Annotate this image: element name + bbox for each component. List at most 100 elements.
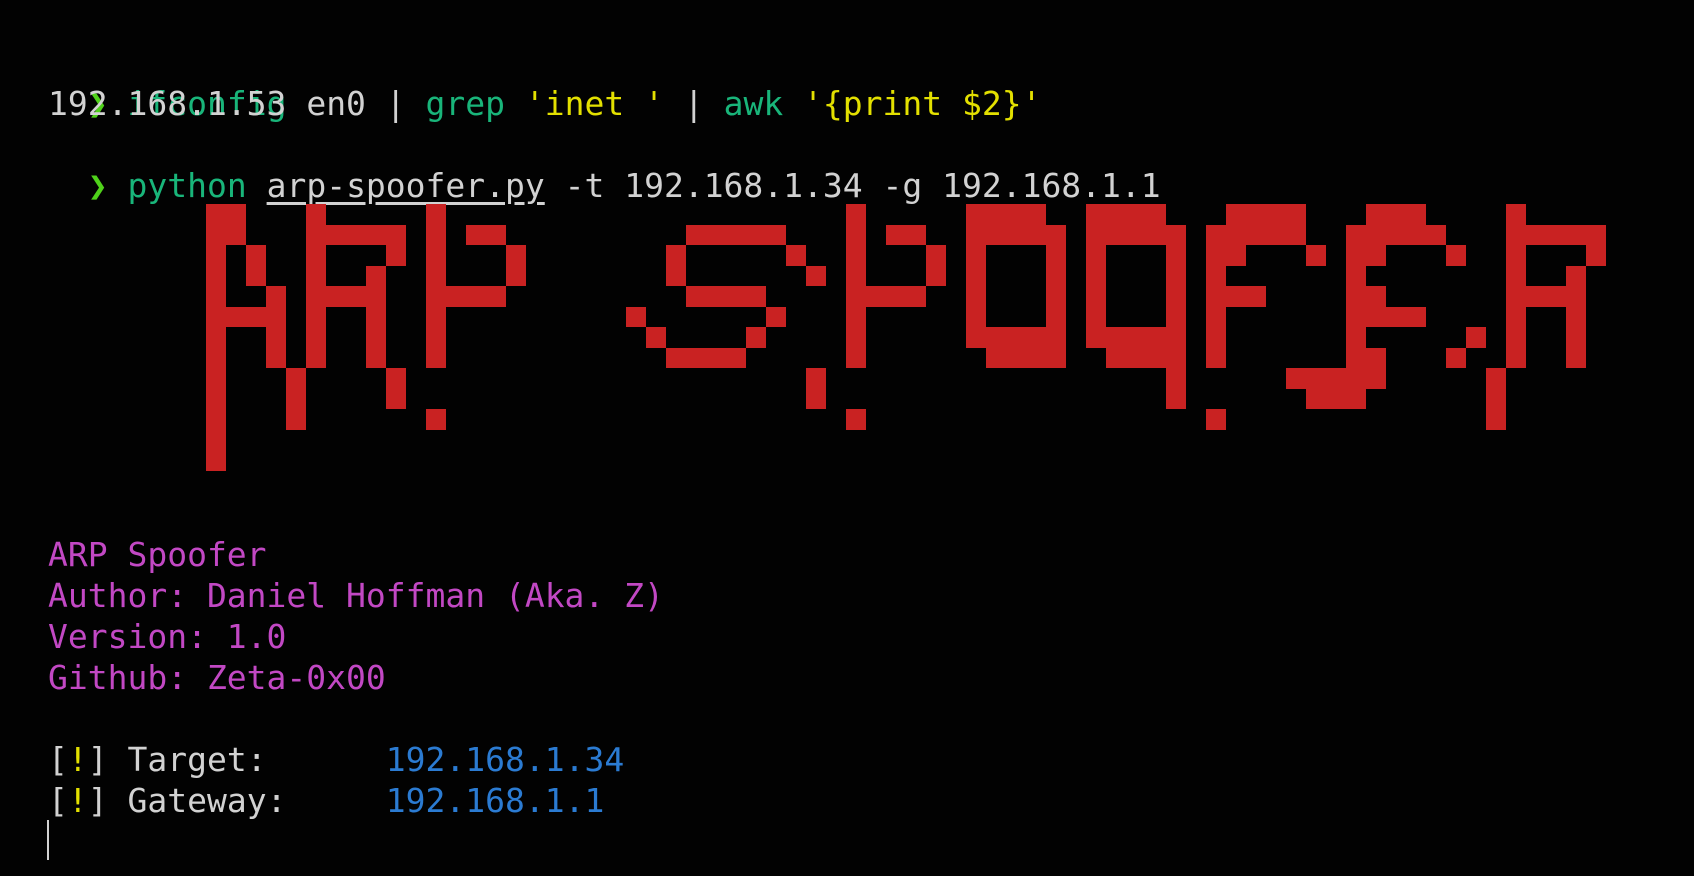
banner-pixel — [1506, 204, 1526, 368]
text-cursor[interactable] — [47, 820, 49, 860]
banner-pixel — [1046, 245, 1066, 327]
banner-pixel — [1306, 245, 1326, 266]
info-version: Version: 1.0 — [48, 617, 287, 656]
command-line-2: ❯ python arp-spoofer.py -t 192.168.1.34 … — [48, 124, 1161, 205]
banner-pixel — [386, 368, 406, 409]
banner-pixel — [626, 306, 646, 327]
warning-mark-icon: ! — [67, 781, 88, 820]
banner-pixel — [246, 245, 266, 286]
banner-pixel — [746, 327, 766, 348]
status-label: Target: — [107, 740, 386, 779]
cmd-arg-en0: en0 — [286, 84, 386, 123]
banner-pixel — [1346, 245, 1386, 266]
status-value: 192.168.1.34 — [385, 740, 625, 779]
banner-pixel — [986, 347, 1066, 368]
banner-pixel — [686, 224, 786, 245]
banner-pixel — [466, 224, 506, 245]
banner-pixel — [366, 306, 386, 368]
banner-pixel — [1526, 224, 1606, 245]
banner-pixel — [966, 245, 986, 327]
banner-pixel — [1586, 245, 1606, 266]
banner-pixel — [1206, 265, 1226, 368]
bracket: [ — [48, 740, 68, 779]
warning-mark-icon: ! — [67, 740, 88, 779]
banner-pixel — [966, 327, 1066, 348]
banner-pixel — [1526, 286, 1586, 307]
banner-pixel — [846, 204, 866, 368]
banner-pixel — [1206, 224, 1306, 245]
banner-pixel — [1466, 327, 1486, 348]
info-github: Github: Zeta-0x00 — [48, 658, 386, 697]
banner-pixel — [1566, 306, 1586, 368]
info-title: ARP Spoofer — [48, 535, 267, 574]
banner-pixel — [1086, 204, 1166, 225]
banner-pixel — [506, 245, 526, 286]
banner-pixel — [926, 245, 946, 286]
banner-pixel — [266, 286, 286, 368]
banner-pixel — [326, 286, 386, 307]
banner-pixel — [1226, 286, 1266, 307]
banner-pixel — [1486, 368, 1506, 430]
banner-pixel — [766, 306, 786, 327]
cmd-awk: awk — [723, 84, 804, 123]
status-gateway: [!] Gateway: 192.168.1.1 — [48, 780, 604, 821]
banner-pixel — [866, 286, 926, 307]
banner-pixel — [306, 204, 326, 368]
command-line-1: ❯ ifconfig en0 | grep 'inet ' | awk '{pr… — [48, 42, 1042, 123]
banner-pixel — [666, 245, 686, 286]
banner-pixel — [966, 224, 1066, 245]
banner-pixel — [206, 204, 226, 471]
banner-pixel — [1086, 245, 1106, 327]
banner-pixel — [1306, 388, 1366, 409]
banner-pixel — [1346, 224, 1446, 245]
status-label: Gateway: — [107, 781, 386, 820]
cmd-args: -t 192.168.1.34 -g 192.168.1.1 — [544, 166, 1161, 205]
banner-pixel — [1086, 224, 1186, 245]
cmd-python: python — [127, 166, 247, 205]
command-output-ip: 192.168.1.53 — [48, 84, 287, 123]
banner-pixel — [806, 368, 826, 409]
bracket: ] — [87, 781, 108, 820]
info-author: Author: Daniel Hoffman (Aka. Z) — [48, 576, 664, 615]
banner-pixel — [386, 245, 406, 266]
banner-pixel — [966, 204, 1046, 225]
status-value: 192.168.1.1 — [385, 781, 605, 820]
banner-pixel — [426, 204, 446, 368]
banner-pixel — [1566, 265, 1586, 286]
banner-pixel — [1446, 347, 1466, 368]
prompt-chevron-icon: ❯ — [87, 166, 108, 205]
banner-pixel — [446, 286, 506, 307]
cmd-grep: grep — [405, 84, 525, 123]
bracket: ] — [87, 740, 108, 779]
banner-pixel — [286, 368, 306, 430]
banner-pixel — [226, 306, 286, 327]
banner-pixel — [1366, 306, 1426, 327]
banner-pixel — [686, 286, 766, 307]
banner-pixel — [1366, 204, 1426, 225]
pipe: | — [663, 84, 724, 123]
awk-program: '{print $2}' — [803, 84, 1042, 123]
banner-pixel — [846, 409, 866, 430]
banner-pixel — [1206, 245, 1246, 266]
bracket: [ — [48, 781, 68, 820]
banner-pixel — [1346, 286, 1386, 307]
ascii-banner-logo — [206, 204, 1606, 484]
banner-pixel — [1086, 327, 1186, 348]
banner-pixel — [666, 347, 746, 368]
grep-pattern: 'inet ' — [524, 84, 664, 123]
banner-pixel — [1226, 204, 1306, 225]
banner-pixel — [806, 265, 826, 286]
banner-pixel — [1286, 368, 1386, 389]
banner-pixel — [426, 409, 446, 430]
banner-pixel — [1106, 347, 1186, 368]
banner-pixel — [646, 327, 666, 348]
banner-pixel — [886, 224, 926, 245]
banner-pixel — [326, 224, 406, 245]
status-target: [!] Target: 192.168.1.34 — [48, 739, 624, 780]
banner-pixel — [1206, 409, 1226, 430]
pipe: | — [385, 84, 406, 123]
script-file-link[interactable]: arp-spoofer.py — [267, 166, 545, 205]
banner-pixel — [1446, 245, 1466, 266]
banner-pixel — [366, 265, 386, 286]
